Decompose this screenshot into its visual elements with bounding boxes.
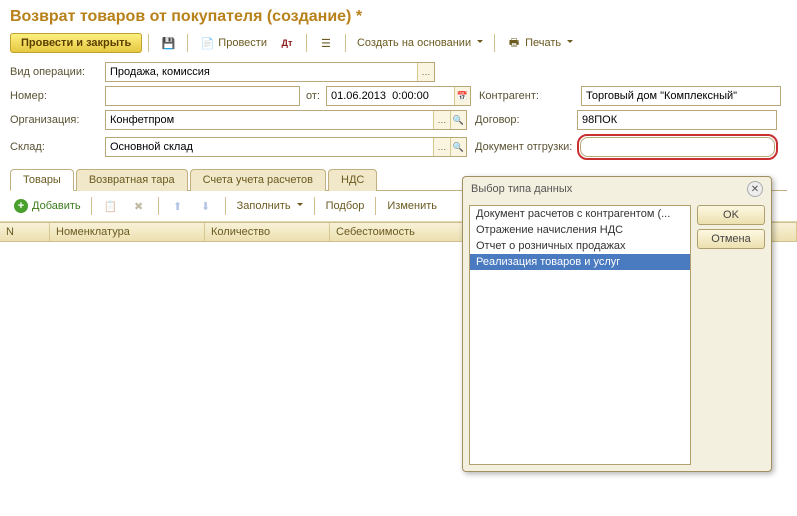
plus-icon: + xyxy=(14,199,28,213)
dialog-ok-button[interactable]: OK xyxy=(697,205,765,225)
col-qty[interactable]: Количество xyxy=(205,223,330,241)
submit-icon: 📄 xyxy=(199,35,215,51)
separator xyxy=(158,197,159,215)
move-up-button[interactable]: ⬆ xyxy=(165,195,191,217)
dtkt-icon: Дт xyxy=(279,35,295,51)
from-label: от: xyxy=(306,90,320,102)
create-based-button[interactable]: Создать на основании xyxy=(352,34,488,52)
calendar-button[interactable]: 📅 xyxy=(454,87,470,105)
org-field[interactable]: … 🔍 xyxy=(105,110,467,130)
type-select-dialog: Выбор типа данных ✕ Документ расчетов с … xyxy=(462,176,772,472)
dialog-list[interactable]: Документ расчетов с контрагентом (... От… xyxy=(469,205,691,465)
add-button[interactable]: + Добавить xyxy=(10,197,85,215)
printer-icon: 🖶 xyxy=(506,35,522,51)
separator xyxy=(225,197,226,215)
warehouse-input[interactable] xyxy=(106,138,433,156)
dialog-item-1[interactable]: Отражение начисления НДС xyxy=(470,222,690,238)
warehouse-field[interactable]: … 🔍 xyxy=(105,137,467,157)
date-field[interactable]: 📅 xyxy=(326,86,471,106)
shipment-doc-input[interactable] xyxy=(581,138,774,156)
floppy-icon: 💾 xyxy=(160,35,176,51)
dialog-item-2[interactable]: Отчет о розничных продажах xyxy=(470,238,690,254)
change-button[interactable]: Изменить xyxy=(382,197,442,215)
tab-accounts[interactable]: Счета учета расчетов xyxy=(190,169,326,191)
number-field[interactable] xyxy=(105,86,300,106)
separator xyxy=(91,197,92,215)
shipment-doc-field[interactable] xyxy=(580,137,775,157)
main-toolbar: Провести и закрыть 💾 📄Провести Дт ☰ Созд… xyxy=(0,32,797,62)
select-button[interactable]: Подбор xyxy=(321,197,370,215)
structure-button[interactable]: ☰ xyxy=(313,32,339,54)
separator xyxy=(306,34,307,52)
page-title: Возврат товаров от покупателя (создание)… xyxy=(0,0,797,32)
separator xyxy=(375,197,376,215)
copy-icon: 📋 xyxy=(103,198,119,214)
counterparty-input[interactable] xyxy=(582,87,780,105)
separator xyxy=(148,34,149,52)
submit-close-button[interactable]: Провести и закрыть xyxy=(10,33,142,53)
arrow-down-icon: ⬇ xyxy=(198,198,214,214)
tab-goods[interactable]: Товары xyxy=(10,169,74,191)
ellipsis-button[interactable]: … xyxy=(433,111,449,129)
dialog-titlebar[interactable]: Выбор типа данных ✕ xyxy=(463,177,771,201)
org-label: Организация: xyxy=(10,114,105,126)
tree-icon: ☰ xyxy=(318,35,334,51)
op-type-input[interactable] xyxy=(106,63,417,81)
move-down-button[interactable]: ⬇ xyxy=(193,195,219,217)
col-n[interactable]: N xyxy=(0,223,50,241)
number-label: Номер: xyxy=(10,90,105,102)
ellipsis-button[interactable]: … xyxy=(433,138,449,156)
contract-field[interactable] xyxy=(577,110,777,130)
warehouse-label: Склад: xyxy=(10,141,105,153)
change-label: Изменить xyxy=(387,200,437,212)
tab-vat[interactable]: НДС xyxy=(328,169,377,191)
submit-label: Провести xyxy=(218,37,267,49)
op-type-label: Вид операции: xyxy=(10,66,105,78)
number-input[interactable] xyxy=(106,87,299,105)
col-nomenclature[interactable]: Номенклатура xyxy=(50,223,205,241)
delete-button[interactable]: ✖ xyxy=(126,195,152,217)
dialog-item-0[interactable]: Документ расчетов с контрагентом (... xyxy=(470,206,690,222)
fill-label: Заполнить xyxy=(237,200,291,212)
counterparty-label: Контрагент: xyxy=(471,90,581,102)
copy-button[interactable]: 📋 xyxy=(98,195,124,217)
arrow-up-icon: ⬆ xyxy=(170,198,186,214)
separator xyxy=(187,34,188,52)
lookup-button[interactable]: 🔍 xyxy=(450,138,466,156)
print-button[interactable]: 🖶Печать xyxy=(501,32,578,54)
dt-kt-button[interactable]: Дт xyxy=(274,32,300,54)
counterparty-field[interactable] xyxy=(581,86,781,106)
add-label: Добавить xyxy=(32,200,81,212)
shipment-doc-label: Документ отгрузки: xyxy=(467,141,577,153)
select-label: Подбор xyxy=(326,200,365,212)
dialog-item-3[interactable]: Реализация товаров и услуг xyxy=(470,254,690,270)
op-type-field[interactable]: … xyxy=(105,62,435,82)
form-area: Вид операции: … Номер: от: 📅 Контрагент:… xyxy=(0,62,797,160)
print-label: Печать xyxy=(525,37,561,49)
ellipsis-button[interactable]: … xyxy=(417,63,434,81)
submit-button[interactable]: 📄Провести xyxy=(194,32,272,54)
dialog-close-button[interactable]: ✕ xyxy=(747,181,763,197)
separator xyxy=(314,197,315,215)
dialog-title: Выбор типа данных xyxy=(471,183,572,195)
close-icon: ✕ xyxy=(751,184,759,195)
separator xyxy=(494,34,495,52)
save-button[interactable]: 💾 xyxy=(155,32,181,54)
contract-input[interactable] xyxy=(578,111,776,129)
create-based-label: Создать на основании xyxy=(357,37,471,49)
tab-returnable[interactable]: Возвратная тара xyxy=(76,169,188,191)
org-input[interactable] xyxy=(106,111,433,129)
separator xyxy=(345,34,346,52)
shipment-doc-highlight xyxy=(577,134,778,160)
date-input[interactable] xyxy=(327,87,454,105)
dialog-cancel-button[interactable]: Отмена xyxy=(697,229,765,249)
contract-label: Договор: xyxy=(467,114,577,126)
delete-icon: ✖ xyxy=(131,198,147,214)
lookup-button[interactable]: 🔍 xyxy=(450,111,466,129)
fill-button[interactable]: Заполнить xyxy=(232,197,308,215)
